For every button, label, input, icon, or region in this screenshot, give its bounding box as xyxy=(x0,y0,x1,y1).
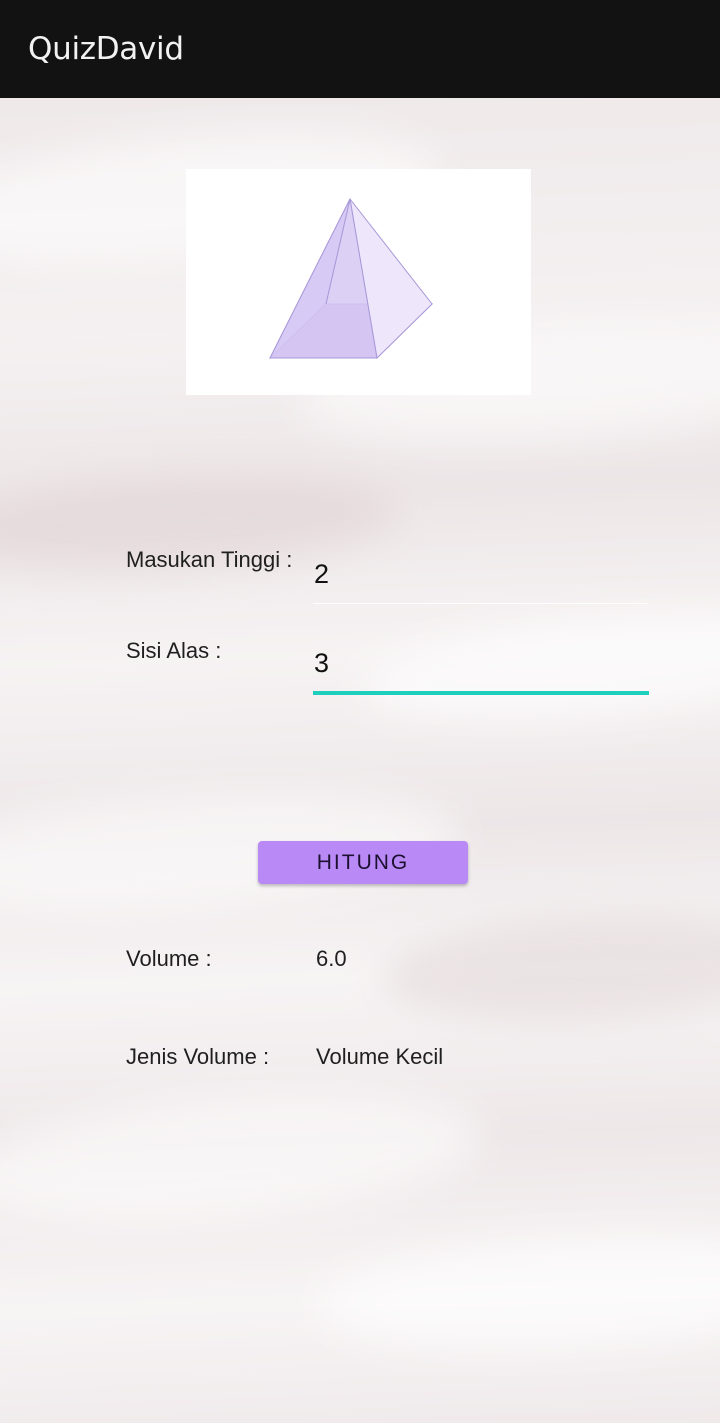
tinggi-input[interactable] xyxy=(313,550,649,598)
tinggi-label: Masukan Tinggi : xyxy=(126,547,293,572)
sisi-alas-input[interactable] xyxy=(313,639,649,687)
background-stroke xyxy=(377,907,720,1029)
tinggi-underline xyxy=(313,603,649,604)
hitung-button[interactable]: HITUNG xyxy=(258,841,468,884)
background-stroke xyxy=(0,1075,485,1241)
volume-value: 6.0 xyxy=(316,946,347,971)
volume-label: Volume : xyxy=(126,946,212,971)
app-bar: QuizDavid xyxy=(0,0,720,98)
sisi-alas-label: Sisi Alas : xyxy=(126,638,222,663)
square-pyramid-icon xyxy=(268,197,434,360)
jenis-volume-value: Volume Kecil xyxy=(316,1044,444,1069)
jenis-volume-label: Jenis Volume : xyxy=(126,1044,270,1069)
pyramid-image xyxy=(186,169,531,395)
app-title: QuizDavid xyxy=(28,31,184,67)
sisi-alas-underline xyxy=(313,691,649,695)
background-stroke xyxy=(317,1224,720,1362)
